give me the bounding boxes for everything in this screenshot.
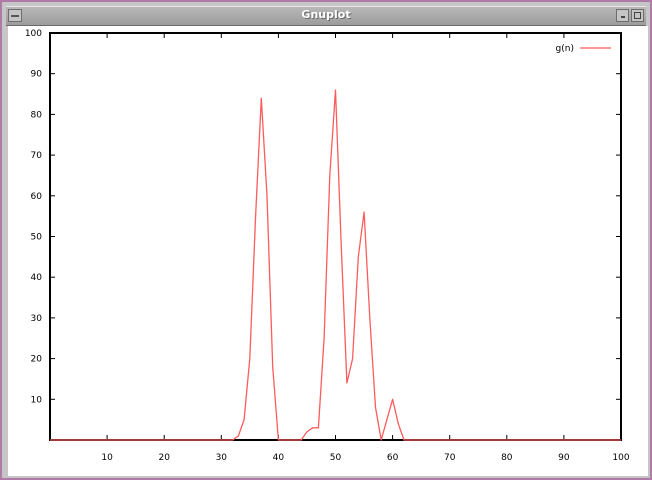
- y-tick-label: 10: [31, 395, 43, 405]
- x-tick-label: 80: [501, 453, 513, 463]
- legend: g(n): [556, 44, 611, 54]
- x-tick-label: 70: [444, 453, 456, 463]
- y-tick-label: 60: [31, 192, 43, 202]
- gnuplot-window: Gnuplot 10 20 30 40 50 60 70 80 90 100 10 20 30 40 50 6…: [0, 0, 652, 480]
- y-tick-label: 90: [31, 70, 43, 80]
- plot-canvas: 10 20 30 40 50 60 70 80 90 100 10 20 30 40 50 60 70 80 90 1…: [8, 26, 648, 476]
- x-tick-label: 30: [216, 453, 228, 463]
- maximize-icon: [634, 12, 641, 19]
- x-tick-label: 60: [387, 453, 399, 463]
- y-tick-label: 40: [31, 273, 43, 283]
- x-tick-label: 90: [558, 453, 570, 463]
- y-tick-label: 80: [31, 110, 43, 120]
- series-line-g-n-: [50, 89, 621, 441]
- x-tick-label: 40: [273, 453, 285, 463]
- x-tick-label: 10: [101, 453, 113, 463]
- y-tick-label: 70: [31, 151, 43, 161]
- y-tick-label: 20: [31, 355, 43, 365]
- title-bar[interactable]: Gnuplot: [6, 6, 646, 26]
- y-tick-label: 100: [25, 29, 42, 39]
- y-tick-label: 50: [31, 233, 43, 243]
- minimize-icon: [621, 16, 625, 18]
- minimize-button[interactable]: [616, 9, 629, 22]
- window-title: Gnuplot: [301, 8, 351, 21]
- line-chart: 10 20 30 40 50 60 70 80 90 100 10 20 30 40 50 60 70 80 90 1…: [25, 29, 630, 463]
- x-tick-label: 50: [330, 453, 342, 463]
- legend-label: g(n): [556, 44, 574, 54]
- x-tick-label: 20: [158, 453, 170, 463]
- maximize-button[interactable]: [631, 9, 644, 22]
- x-tick-label: 100: [612, 453, 629, 463]
- y-tick-label: 30: [31, 314, 43, 324]
- series-layer: [50, 89, 621, 441]
